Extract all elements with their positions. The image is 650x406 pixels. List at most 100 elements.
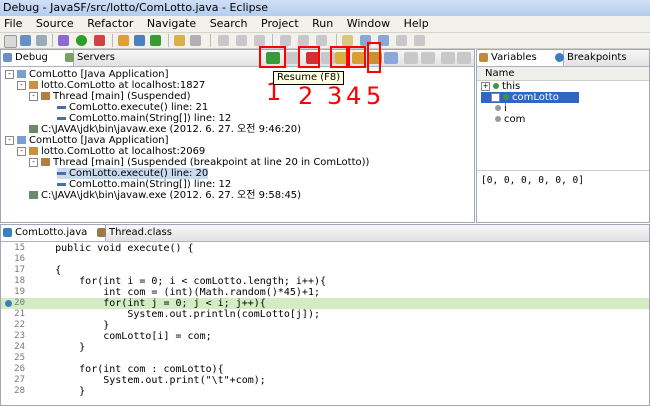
menu-search[interactable]: Search [210,16,248,32]
menu-bar: File Source Refactor Navigate Search Pro… [0,16,650,33]
variables-view-tabs: Variables Breakpoints [477,50,649,67]
stack-frame-row-3[interactable]: ComLotto.execute() line: 20 [57,168,209,179]
code-line-17: 17 { [14,265,62,276]
tab-variables[interactable]: Variables [477,50,564,66]
maximize-icon[interactable] [457,52,471,64]
code-line-22: 22 } [14,320,110,331]
toolbar-more-icon[interactable] [396,35,407,46]
process-row-1[interactable]: C:\JAVA\jdk\bin\javaw.exe (2012. 6. 27. … [29,124,301,135]
variable-row-com[interactable]: com [495,114,525,125]
stack-frame-row-1[interactable]: ComLotto.execute() line: 21 [57,102,208,113]
new-java-project-icon[interactable] [118,35,129,46]
variables-tree: + this + comLotto i com [477,81,649,222]
search-icon[interactable] [190,35,201,46]
stack-frame-row-2[interactable]: ComLotto.main(String[]) line: 12 [57,113,231,124]
menu-navigate[interactable]: Navigate [147,16,196,32]
menu-source[interactable]: Source [36,16,74,32]
launch-row-2[interactable]: - ComLotto [Java Application] [5,135,168,146]
open-type-icon[interactable] [174,35,185,46]
variables-view: Variables Breakpoints Name + this + comLot… [476,49,650,223]
menu-window[interactable]: Window [347,16,390,32]
debug-target-row-1[interactable]: - lotto.ComLotto at localhost:1827 [17,80,205,91]
window-title: Debug - JavaSF/src/lotto/ComLotto.java -… [3,1,269,14]
variable-value-detail[interactable]: [0, 0, 0, 0, 0, 0] [477,170,649,186]
code-line-28: 28 } [14,386,86,397]
editor-tabs: ComLotto.java Thread.class [1,225,649,242]
run-icon[interactable] [76,35,87,46]
debug-icon[interactable] [58,35,69,46]
back-icon[interactable] [298,35,309,46]
code-line-20: 20 for(int j = 0; j < i; j++){ [1,298,649,309]
view-menu-icon[interactable] [421,52,435,64]
name-column-header[interactable]: Name [477,67,649,81]
variable-row-i[interactable]: i [495,103,507,114]
tab-breakpoints[interactable]: Breakpoints [553,50,639,66]
code-line-25: 25 [14,353,25,363]
tab-servers[interactable]: Servers [63,50,137,66]
tab-comlotto-java[interactable]: ComLotto.java [1,225,106,241]
code-line-23: 23 comLotto[i] = com; [14,331,212,342]
java-file-icon [3,228,12,237]
process-row-2[interactable]: C:\JAVA\jdk\bin\javaw.exe (2012. 6. 27. … [29,190,301,201]
main-toolbar [0,33,650,49]
annotation-box-2 [298,46,320,68]
new-package-icon[interactable] [134,35,145,46]
toolbar-dropdown-icon[interactable] [414,35,425,46]
pin-editor-icon[interactable] [342,35,353,46]
variable-row-this[interactable]: + this [481,81,520,92]
print-icon[interactable] [36,35,47,46]
code-line-21: 21 System.out.println(comLotto[j]); [14,309,320,320]
code-line-19: 19 int com = (int)(Math.random()*45)+1; [14,287,320,298]
use-step-filters-icon[interactable] [404,52,418,64]
new-icon[interactable] [4,35,17,48]
variables-tab-icon [479,53,488,62]
code-line-18: 18 for(int i = 0; i < comLotto.length; i… [14,276,327,287]
next-annotation-icon[interactable] [236,35,247,46]
debug-target-row-2[interactable]: - lotto.ComLotto at localhost:2069 [17,146,205,157]
launch-row-1[interactable]: - ComLotto [Java Application] [5,69,168,80]
breakpoints-tab-icon [555,53,564,62]
code-line-27: 27 System.out.print("\t"+com); [14,375,266,386]
new-class-icon[interactable] [150,35,161,46]
thread-row-1[interactable]: - Thread [main] (Suspended) [29,91,191,102]
stack-frame-row-4[interactable]: ComLotto.main(String[]) line: 12 [57,179,231,190]
annotation-box-5 [367,42,381,73]
drop-to-frame-icon[interactable] [384,52,398,64]
annotation-box-4 [346,46,366,68]
code-line-26: 26 for(int com : comLotto){ [14,364,224,375]
annotation-number-2: 2 [298,82,314,110]
forward-icon[interactable] [316,35,327,46]
previous-annotation-icon[interactable] [254,35,265,46]
menu-file[interactable]: File [4,16,22,32]
menu-run[interactable]: Run [312,16,333,32]
annotation-number-3: 3 [327,82,343,110]
debug-view: Debug Servers - ComLotto [Java Applicatio… [0,49,475,223]
variable-row-comlotto[interactable]: + comLotto [481,92,579,103]
annotation-box-1 [259,46,286,68]
code-line-16: 16 [14,254,25,264]
menu-project[interactable]: Project [261,16,299,32]
resume-tooltip: Resume (F8) [273,71,345,85]
external-tools-icon[interactable] [94,35,105,46]
minimize-icon[interactable] [441,52,455,64]
tab-thread-class[interactable]: Thread.class [95,225,189,241]
toggle-mark-icon[interactable] [218,35,229,46]
menu-refactor[interactable]: Refactor [87,16,133,32]
menu-help[interactable]: Help [404,16,429,32]
code-line-24: 24 } [14,342,86,353]
debug-tree: - ComLotto [Java Application] - lotto.ComL… [1,67,474,222]
title-bar: Debug - JavaSF/src/lotto/ComLotto.java -… [0,0,650,17]
code-area[interactable]: 15 public void execute() { 16 17 { 18 fo… [1,242,649,405]
class-file-icon [97,228,106,237]
breakpoint-marker-icon[interactable] [5,300,12,307]
java-editor: ComLotto.java Thread.class 15 public voi… [0,224,650,406]
debug-tab-icon [3,53,12,62]
thread-row-2[interactable]: - Thread [main] (Suspended (breakpoint at… [29,157,369,168]
annotation-number-5: 5 [366,82,382,110]
debug-view-tabs: Debug Servers [1,50,474,67]
last-edit-icon[interactable] [280,35,291,46]
servers-tab-icon [65,53,74,62]
suspend-icon[interactable] [285,52,299,64]
code-line-15: 15 public void execute() { [14,243,194,254]
save-icon[interactable] [20,35,31,46]
